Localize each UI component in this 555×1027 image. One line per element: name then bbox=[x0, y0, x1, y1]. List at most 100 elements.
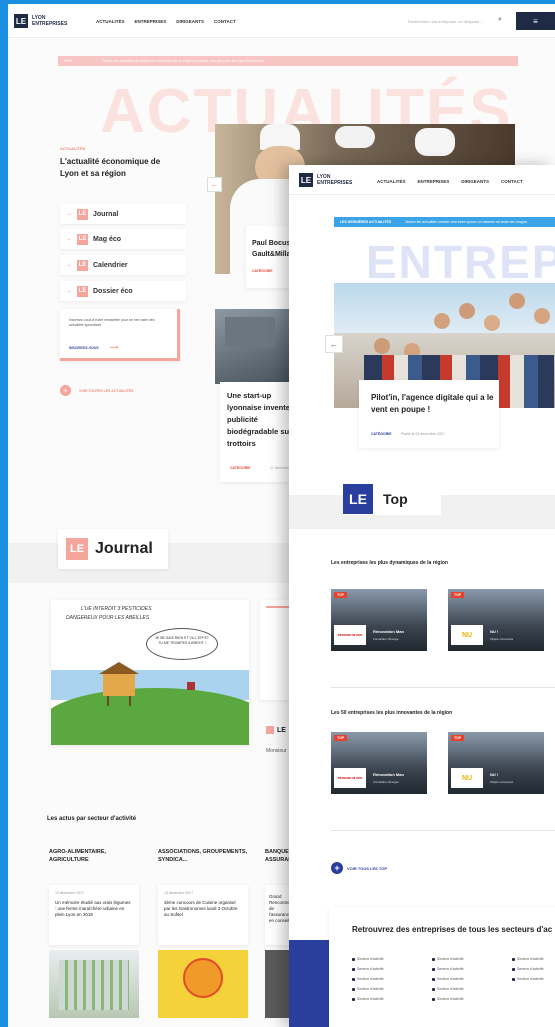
le-icon: LE bbox=[343, 484, 373, 514]
sector-link[interactable]: Secteur d'activité bbox=[352, 977, 432, 981]
le-icon: LE bbox=[77, 208, 88, 220]
sector-link[interactable]: Secteur d'activité bbox=[512, 957, 555, 961]
company-tile[interactable]: TOP PÉRIGOR NI SOS Rénovation Man Immobi… bbox=[331, 589, 427, 651]
journal-side-label: LE bbox=[266, 726, 286, 734]
sector-link[interactable]: Secteur d'activité bbox=[432, 957, 512, 961]
sector-column-heading[interactable]: AGRO-ALIMENTAIRE, AGRICULTURE bbox=[49, 848, 139, 864]
slide-card[interactable]: Pilot'in, l'agence digitale qui a le ven… bbox=[359, 380, 499, 448]
top-heading: LE Top bbox=[343, 483, 441, 515]
search-input[interactable]: Recherchez une entreprise, un dirigeant … bbox=[408, 19, 484, 24]
more-news-link[interactable]: + VOIR TOUTES LES ACTUALITÉS bbox=[60, 385, 133, 396]
menu-button[interactable]: ≡ bbox=[516, 12, 555, 30]
site-logo[interactable]: LE LYON ENTREPRISES bbox=[299, 173, 352, 187]
sector-link[interactable]: Secteur d'activité bbox=[352, 967, 432, 971]
bullet-icon bbox=[512, 967, 515, 971]
newsletter-cta[interactable]: INSCRIVEZ-VOUS ⟶ bbox=[69, 344, 118, 351]
main-nav: ACTUALITÉS ENTREPRISES DIRIGEANTS CONTAC… bbox=[96, 19, 236, 24]
sector-list: Secteur d'activité Secteur d'activité Se… bbox=[512, 957, 555, 987]
bullet-icon bbox=[432, 997, 435, 1001]
arrow-right-icon: → bbox=[66, 211, 72, 217]
arrow-right-icon: → bbox=[66, 236, 72, 242]
big-section-word: ENTREPRISES bbox=[366, 236, 555, 288]
sector-list: Secteur d'activité Secteur d'activité Se… bbox=[352, 957, 432, 1007]
nav-entreprises[interactable]: ENTREPRISES bbox=[418, 179, 450, 184]
sector-column-heading[interactable]: ASSOCIATIONS, GROUPEMENTS, SYNDICA... bbox=[158, 848, 248, 864]
company-tile[interactable]: TOP NU NU ! Objets connectés bbox=[448, 589, 544, 651]
menu-journal[interactable]: → LE Journal bbox=[60, 204, 186, 224]
dynamic-companies-heading: Les entreprises les plus dynamiques de l… bbox=[331, 560, 448, 566]
nav-contact[interactable]: CONTACT bbox=[214, 19, 236, 24]
nav-dirigeants[interactable]: DIRIGEANTS bbox=[461, 179, 489, 184]
info-ticker: INFO Suivez les actualités de toutes les… bbox=[58, 56, 518, 66]
see-all-top-button[interactable]: + VOIR TOUS LES TOP bbox=[331, 862, 387, 874]
menu-calendrier[interactable]: → LE Calendrier bbox=[60, 255, 186, 275]
menu-dossier-eco[interactable]: → LE Dossier éco bbox=[60, 281, 186, 301]
cartoon-image[interactable]: L'UE INTERDIT 3 PESTICIDES DANGEREUX POU… bbox=[51, 600, 249, 745]
nav-actualites[interactable]: ACTUALITÉS bbox=[377, 179, 406, 184]
nav-entreprises[interactable]: ENTREPRISES bbox=[135, 19, 167, 24]
sector-link[interactable]: Secteur d'activité bbox=[512, 967, 555, 971]
prev-arrow-button[interactable]: ← bbox=[325, 335, 343, 353]
le-icon: LE bbox=[77, 233, 88, 245]
main-nav: ACTUALITÉS ENTREPRISES DIRIGEANTS CONTAC… bbox=[377, 179, 523, 184]
sector-link[interactable]: Secteur d'activité bbox=[432, 977, 512, 981]
nav-dirigeants[interactable]: DIRIGEANTS bbox=[176, 19, 204, 24]
header: LE LYON ENTREPRISES ACTUALITÉS ENTREPRISE… bbox=[289, 165, 555, 195]
intro-title: L'actualité économique de Lyon et sa rég… bbox=[60, 157, 161, 178]
feature2-photo[interactable] bbox=[215, 309, 295, 384]
bullet-icon bbox=[352, 987, 355, 991]
header: LE LYON ENTREPRISES ACTUALITÉS ENTREPRISE… bbox=[8, 4, 555, 38]
bullet-icon bbox=[512, 977, 515, 981]
nav-contact[interactable]: CONTACT bbox=[501, 179, 523, 184]
logo-mark: LE bbox=[299, 173, 313, 187]
plus-icon: + bbox=[60, 385, 71, 396]
nav-actualites[interactable]: ACTUALITÉS bbox=[96, 19, 125, 24]
le-icon: LE bbox=[66, 538, 88, 560]
sector-link[interactable]: Secteur d'activité bbox=[432, 997, 512, 1001]
arrow-right-icon: → bbox=[66, 262, 72, 268]
sector-photo-greenhouse[interactable] bbox=[49, 950, 139, 1018]
sector-list: Secteur d'activité Secteur d'activité Se… bbox=[432, 957, 512, 1007]
company-tile[interactable]: TOP NU NU ! Objets connectés bbox=[448, 732, 544, 794]
arrow-right-icon: → bbox=[66, 288, 72, 294]
site-logo[interactable]: LE LYON ENTREPRISES bbox=[14, 14, 67, 28]
bullet-icon bbox=[352, 957, 355, 961]
bullet-icon bbox=[512, 957, 515, 961]
sector-article-card[interactable]: 13 décembre 2017 Un mémoire étudié aux v… bbox=[49, 885, 139, 945]
newsletter-box: Inscrivez-vous à notre newsletter pour n… bbox=[60, 309, 180, 361]
sectors-heading: Les actus par secteur d'activité bbox=[47, 816, 137, 822]
arrow-right-icon: ⟶ bbox=[109, 345, 119, 351]
plus-icon: + bbox=[331, 862, 343, 874]
sector-link[interactable]: Secteur d'activité bbox=[512, 977, 555, 981]
news-ticker: LES DERNIÈRES ACTUALITÉS Suivez les actu… bbox=[334, 217, 555, 227]
bullet-icon bbox=[432, 987, 435, 991]
sector-link[interactable]: Secteur d'activité bbox=[352, 987, 432, 991]
bullet-icon bbox=[432, 967, 435, 971]
divider bbox=[331, 830, 555, 831]
search-icon[interactable]: ⌕ bbox=[498, 16, 502, 24]
sectors-box: Retrouvrez des entreprises de tous les s… bbox=[329, 907, 555, 1027]
sector-photo-poster[interactable] bbox=[158, 950, 248, 1018]
bullet-icon bbox=[352, 967, 355, 971]
le-icon: LE bbox=[77, 285, 88, 297]
feature2-card[interactable]: Une start-up lyonnaise invente la public… bbox=[220, 382, 305, 482]
innovative-companies-heading: Les 50 entreprises les plus innovantes d… bbox=[331, 710, 453, 716]
bullet-icon bbox=[432, 957, 435, 961]
foreground-page: LE LYON ENTREPRISES ACTUALITÉS ENTREPRISE… bbox=[289, 165, 555, 1027]
sector-link[interactable]: Secteur d'activité bbox=[432, 987, 512, 991]
journal-heading: LE Journal bbox=[58, 529, 168, 569]
bullet-icon bbox=[352, 977, 355, 981]
menu-mag-eco[interactable]: → LE Mag éco bbox=[60, 229, 186, 249]
le-icon: LE bbox=[77, 259, 88, 271]
bullet-icon bbox=[432, 977, 435, 981]
sector-link[interactable]: Secteur d'activité bbox=[352, 997, 432, 1001]
sector-link[interactable]: Secteur d'activité bbox=[352, 957, 432, 961]
sector-link[interactable]: Secteur d'activité bbox=[432, 967, 512, 971]
company-tile[interactable]: TOP PÉRIGOR NI SOS Rénovation Man Immobi… bbox=[331, 732, 427, 794]
journal-side-name: Monsieur bbox=[266, 748, 287, 754]
prev-arrow-button[interactable]: ← bbox=[207, 177, 222, 192]
kicker: ACTUALITÉS bbox=[60, 146, 86, 151]
sector-article-card[interactable]: 13 décembre 2017 3ème concours de Cuisin… bbox=[158, 885, 248, 945]
bullet-icon bbox=[352, 997, 355, 1001]
logo-mark: LE bbox=[14, 14, 28, 28]
